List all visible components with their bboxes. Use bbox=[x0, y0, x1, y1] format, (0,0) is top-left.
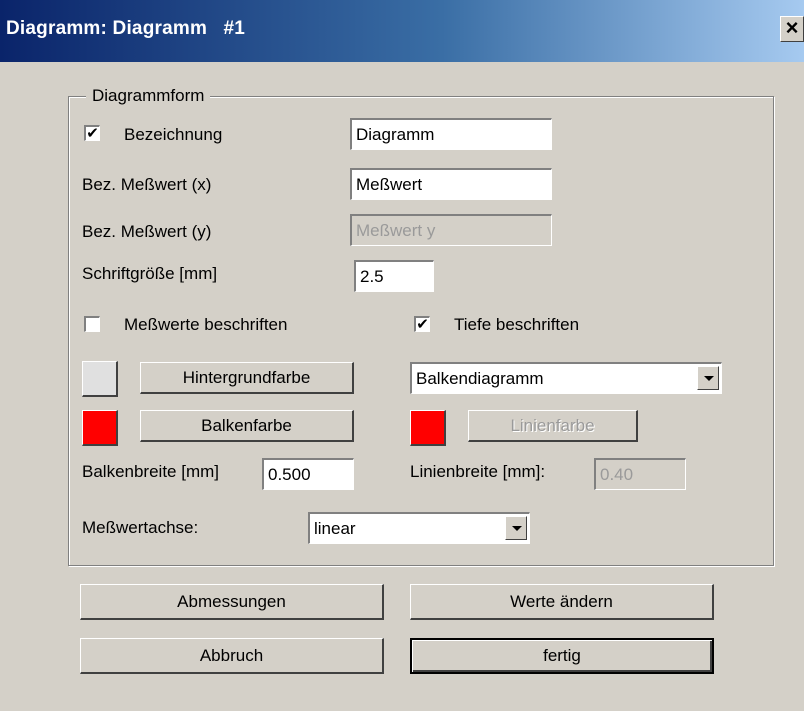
linienbreite-input: 0.40 bbox=[594, 458, 686, 490]
werte-aendern-button[interactable]: Werte ändern bbox=[410, 584, 714, 620]
balken-swatch[interactable] bbox=[82, 410, 118, 446]
messwertachse-label: Meßwertachse: bbox=[82, 518, 199, 537]
messwertachse-value: linear bbox=[314, 519, 356, 538]
tiefe-beschriften-label: Tiefe beschriften bbox=[454, 315, 580, 334]
bezeichnung-checkbox[interactable]: ✔ bbox=[84, 125, 100, 141]
bez-x-input[interactable]: Meßwert bbox=[350, 168, 552, 200]
fertig-button[interactable]: fertig bbox=[410, 638, 714, 674]
balkenbreite-label: Balkenbreite [mm] bbox=[82, 462, 219, 481]
window-title: Diagramm: Diagramm #1 bbox=[6, 18, 246, 39]
diagrammtyp-value: Balkendiagramm bbox=[416, 369, 544, 388]
linienfarbe-button: Linienfarbe bbox=[468, 410, 638, 442]
bezeichnung-label: Bezeichnung bbox=[124, 125, 223, 144]
bez-x-label: Bez. Meßwert (x) bbox=[82, 175, 212, 194]
group-legend: Diagrammform bbox=[86, 86, 211, 106]
bez-y-input: Meßwert y bbox=[350, 214, 552, 246]
bezeichnung-input[interactable]: Diagramm bbox=[350, 118, 552, 150]
schriftgroesse-label: Schriftgröße [mm] bbox=[82, 264, 218, 283]
close-button[interactable]: × bbox=[780, 16, 804, 42]
balkenbreite-input[interactable]: 0.500 bbox=[262, 458, 354, 490]
linienbreite-label: Linienbreite [mm]: bbox=[410, 462, 546, 481]
diagrammtyp-select[interactable]: Balkendiagramm bbox=[410, 362, 722, 394]
messwerte-beschriften-label: Meßwerte beschriften bbox=[124, 315, 288, 334]
messwerte-beschriften-checkbox[interactable] bbox=[84, 316, 100, 332]
linien-swatch[interactable] bbox=[410, 410, 446, 446]
chevron-down-icon[interactable] bbox=[697, 366, 719, 390]
tiefe-beschriften-checkbox[interactable]: ✔ bbox=[414, 316, 430, 332]
title-bar: Diagramm: Diagramm #1 × bbox=[0, 0, 804, 62]
chevron-down-icon[interactable] bbox=[505, 516, 527, 540]
abmessungen-button[interactable]: Abmessungen bbox=[80, 584, 384, 620]
abbruch-button[interactable]: Abbruch bbox=[80, 638, 384, 674]
hintergrundfarbe-button[interactable]: Hintergrundfarbe bbox=[140, 362, 354, 394]
bez-y-label: Bez. Meßwert (y) bbox=[82, 222, 212, 241]
balkenfarbe-button[interactable]: Balkenfarbe bbox=[140, 410, 354, 442]
messwertachse-select[interactable]: linear bbox=[308, 512, 530, 544]
schriftgroesse-input[interactable]: 2.5 bbox=[354, 260, 434, 292]
hintergrund-swatch[interactable] bbox=[82, 361, 118, 397]
